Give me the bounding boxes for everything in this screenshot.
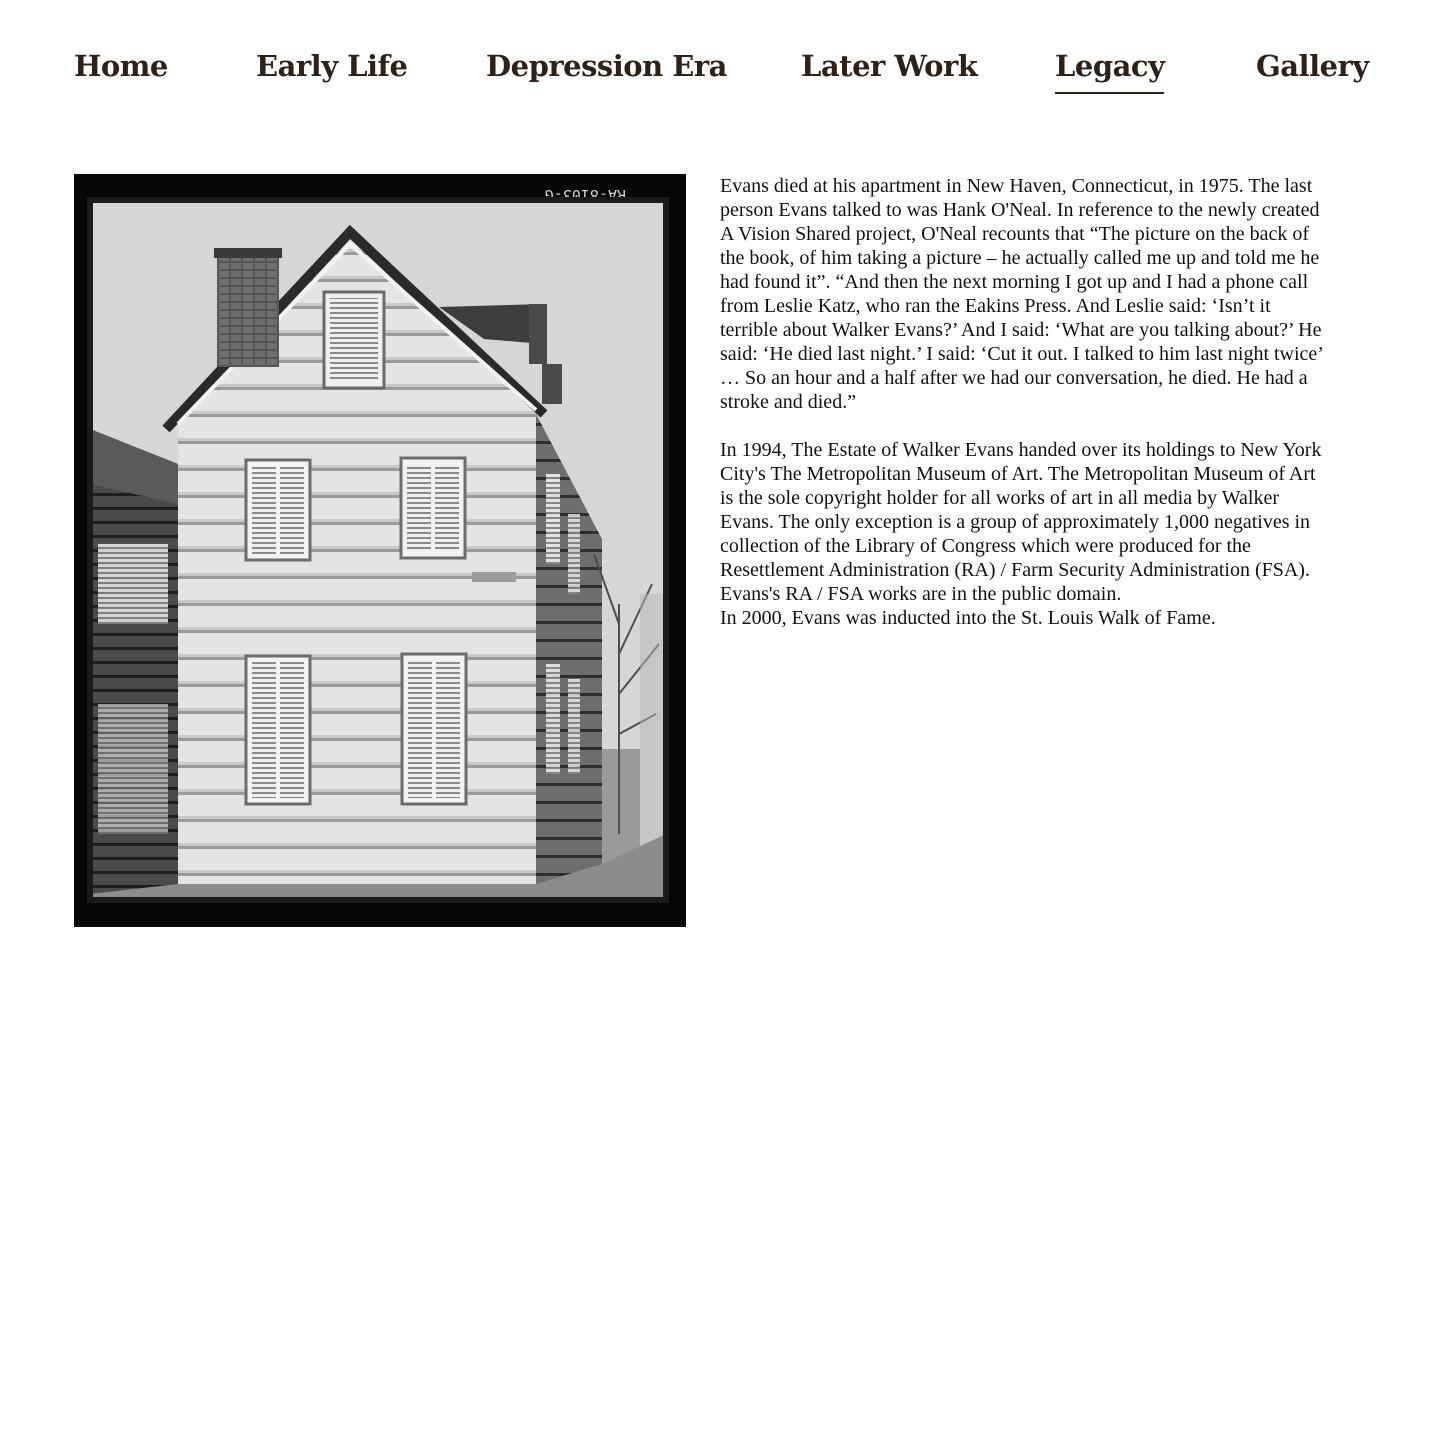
- nav-item-legacy[interactable]: Legacy: [1055, 44, 1165, 94]
- chimney: [217, 252, 279, 367]
- main-nav: Home Early Life Depression Era Later Wor…: [0, 0, 1440, 130]
- nav-item-later-work[interactable]: Later Work: [801, 44, 978, 88]
- nav-item-depression-era[interactable]: Depression Era: [486, 44, 727, 88]
- legacy-photo: RA-8103-G: [74, 174, 686, 927]
- nav-item-gallery[interactable]: Gallery: [1256, 44, 1369, 88]
- house-number-plate: [472, 572, 516, 582]
- article-paragraph: In 1994, The Estate of Walker Evans hand…: [720, 439, 1322, 605]
- article-paragraph: In 2000, Evans was inducted into the St.…: [720, 607, 1216, 629]
- nav-item-early-life[interactable]: Early Life: [256, 44, 408, 88]
- house-photograph: RA-8103-G: [87, 186, 669, 903]
- legacy-article: Evans died at his apartment in New Haven…: [720, 174, 1330, 630]
- article-paragraph: Evans died at his apartment in New Haven…: [720, 175, 1323, 413]
- nav-item-home[interactable]: Home: [74, 44, 168, 88]
